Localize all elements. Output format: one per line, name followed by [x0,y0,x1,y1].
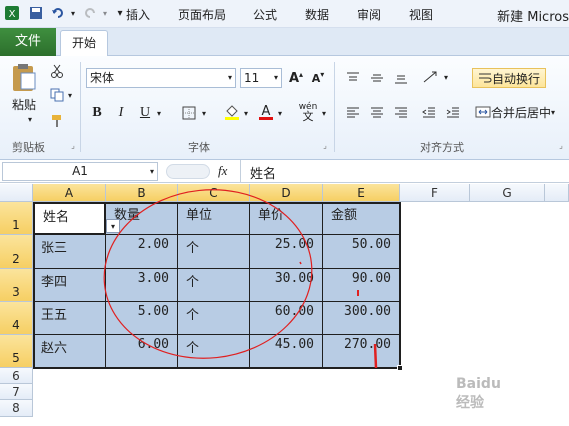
svg-text:X: X [9,9,16,20]
separator [80,62,81,152]
font-color-dropdown-icon[interactable]: ▾ [276,108,284,118]
tab-insert[interactable]: 插入 [118,5,158,25]
tab-view[interactable]: 视图 [402,5,440,25]
underline-dropdown-icon[interactable]: ▾ [155,108,163,118]
fill-color-icon[interactable] [222,102,242,122]
tab-review[interactable]: 审阅 [350,5,388,25]
chevron-down-icon[interactable]: ▾ [551,108,555,117]
font-launcher-icon[interactable]: ⌟ [320,140,330,150]
paste-icon[interactable] [8,62,40,94]
decrease-indent-icon[interactable] [420,104,438,120]
orientation-dropdown-icon[interactable]: ▾ [442,72,450,82]
svg-text:A: A [262,104,271,119]
window-title: 新建 Micros [497,10,569,25]
font-group-label: 字体 [188,141,210,154]
name-box-value: A1 [72,164,88,178]
cut-icon[interactable] [48,62,66,80]
title-bar: X ▾ ▾ ▾ 新建 Micros [0,0,569,28]
borders-icon[interactable] [180,104,198,122]
clipboard-group-label: 剪贴板 [12,141,45,154]
separator [240,160,241,183]
tab-formulas[interactable]: 公式 [246,5,284,25]
annotation-ellipse [103,189,313,359]
phonetic-icon[interactable]: wén 文 [296,102,320,123]
chevron-down-icon[interactable]: ▾ [274,69,278,87]
align-bottom-icon[interactable] [392,70,410,86]
paste-dropdown-icon[interactable]: ▾ [26,114,34,124]
tab-home[interactable]: 开始 [60,30,108,57]
redo-icon[interactable] [82,5,98,21]
tab-page-layout[interactable]: 页面布局 [170,5,234,25]
format-painter-icon[interactable] [48,112,66,130]
italic-button[interactable]: I [112,104,130,122]
grow-font-icon[interactable]: A ▴ [288,70,304,86]
redo-dropdown-icon[interactable]: ▾ [100,5,110,21]
align-center-icon[interactable] [368,104,386,120]
tab-file[interactable]: 文件 [0,28,56,56]
merge-center-icon [475,106,491,118]
alignment-group-label: 对齐方式 [420,141,464,154]
font-size-value: 11 [244,71,260,85]
copy-dropdown-icon[interactable]: ▾ [66,90,74,100]
name-box[interactable]: A1 ▾ [2,162,158,181]
chevron-down-icon[interactable]: ▾ [150,163,154,180]
phonetic-dropdown-icon[interactable]: ▾ [320,108,328,118]
align-middle-icon[interactable] [368,70,386,86]
shrink-font-icon[interactable]: A ▾ [310,70,326,86]
copy-icon[interactable] [48,86,66,104]
font-color-icon[interactable]: A [256,102,276,122]
wrap-text-label: 自动换行 [491,71,540,86]
ribbon: 粘贴 ▾ ▾ 剪贴板 ⌟ 宋体 ▾ 11 ▾ A ▴ A ▾ B I U ▾ ▾ ▾… [0,56,569,160]
fill-color-dropdown-icon[interactable]: ▾ [242,108,250,118]
clipboard-launcher-icon[interactable]: ⌟ [68,140,78,150]
bold-button[interactable]: B [88,104,106,122]
formula-bar: A1 ▾ fx 姓名 [0,160,569,183]
borders-dropdown-icon[interactable]: ▾ [200,108,208,118]
merge-center-label: 合并后居中 [490,105,551,120]
insert-function-icon[interactable]: fx [218,163,227,179]
separator [334,62,335,152]
undo-icon[interactable] [50,5,66,21]
orientation-icon[interactable] [420,68,442,86]
paste-button[interactable]: 粘贴 [6,96,42,112]
chevron-down-icon[interactable]: ▾ [228,69,232,87]
align-left-icon[interactable] [344,104,362,120]
increase-indent-icon[interactable] [444,104,462,120]
merge-center-button[interactable]: 合并后居中 ▾ [472,102,558,122]
align-right-icon[interactable] [392,104,410,120]
font-name-value: 宋体 [90,71,115,85]
font-size-combo[interactable]: 11 ▾ [240,68,282,88]
wrap-text-icon [478,73,492,83]
undo-dropdown-icon[interactable]: ▾ [68,5,78,21]
tab-data[interactable]: 数据 [298,5,336,25]
wrap-text-button[interactable]: 自动换行 [472,68,546,88]
formula-bar-splitter[interactable] [166,164,210,179]
align-top-icon[interactable] [344,70,362,86]
font-name-combo[interactable]: 宋体 ▾ [86,68,236,88]
annotation-mark [373,343,378,369]
watermark: Baidu 经验 [456,376,501,411]
annotation-mark [299,261,302,265]
alignment-launcher-icon[interactable]: ⌟ [556,140,566,150]
save-icon[interactable] [28,5,44,21]
excel-icon: X [4,5,20,21]
underline-button[interactable]: U [136,104,154,122]
formula-input[interactable]: 姓名 [250,163,276,182]
